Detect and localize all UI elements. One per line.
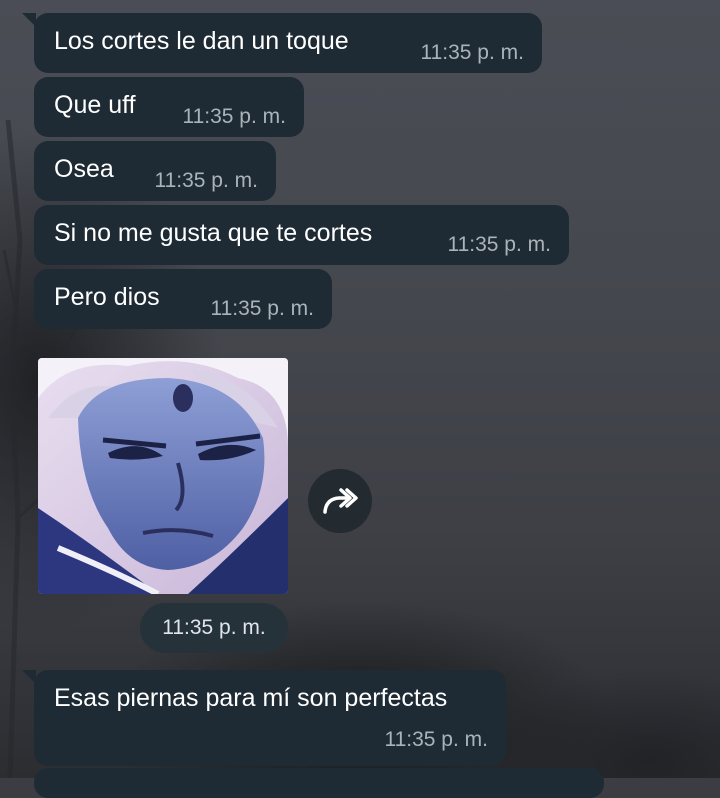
message-text: Si no me gusta que te cortes (54, 219, 373, 247)
message-bubble[interactable]: Esas piernas para mí son perfectas 11:35… (22, 670, 506, 766)
anime-character-portrait (38, 358, 288, 594)
message-text: Osea (54, 155, 114, 183)
message-timestamp: 11:35 p. m. (447, 233, 551, 256)
message-bubble[interactable]: Si no me gusta que te cortes 11:35 p. m. (34, 205, 569, 265)
message-text: Esas piernas para mí son perfectas (54, 684, 448, 712)
message-bubble[interactable]: Los cortes le dan un toque 11:35 p. m. (22, 13, 542, 73)
message-bubble[interactable]: Que uff 11:35 p. m. (34, 77, 304, 137)
message-text: Los cortes le dan un toque (54, 27, 349, 55)
message-timestamp: 11:35 p. m. (210, 297, 314, 320)
message-timestamp: 11:35 p. m. (182, 105, 286, 128)
media-image[interactable] (38, 358, 288, 594)
message-text: Que uff (54, 91, 136, 119)
message-bubble[interactable]: Pero dios 11:35 p. m. (34, 269, 332, 329)
message-text: Pero dios (54, 283, 160, 311)
forward-arrow-icon (323, 488, 358, 514)
media-timestamp: 11:35 p. m. (140, 603, 288, 653)
message-bubble[interactable]: Osea 11:35 p. m. (34, 141, 276, 201)
message-timestamp: 11:35 p. m. (384, 728, 488, 751)
bubble-tail (22, 670, 36, 684)
message-timestamp: 11:35 p. m. (154, 169, 258, 192)
message-bubble-partial[interactable] (34, 768, 604, 798)
message-timestamp: 11:35 p. m. (420, 41, 524, 64)
bubble-tail (22, 13, 36, 27)
forward-button[interactable] (308, 469, 372, 533)
